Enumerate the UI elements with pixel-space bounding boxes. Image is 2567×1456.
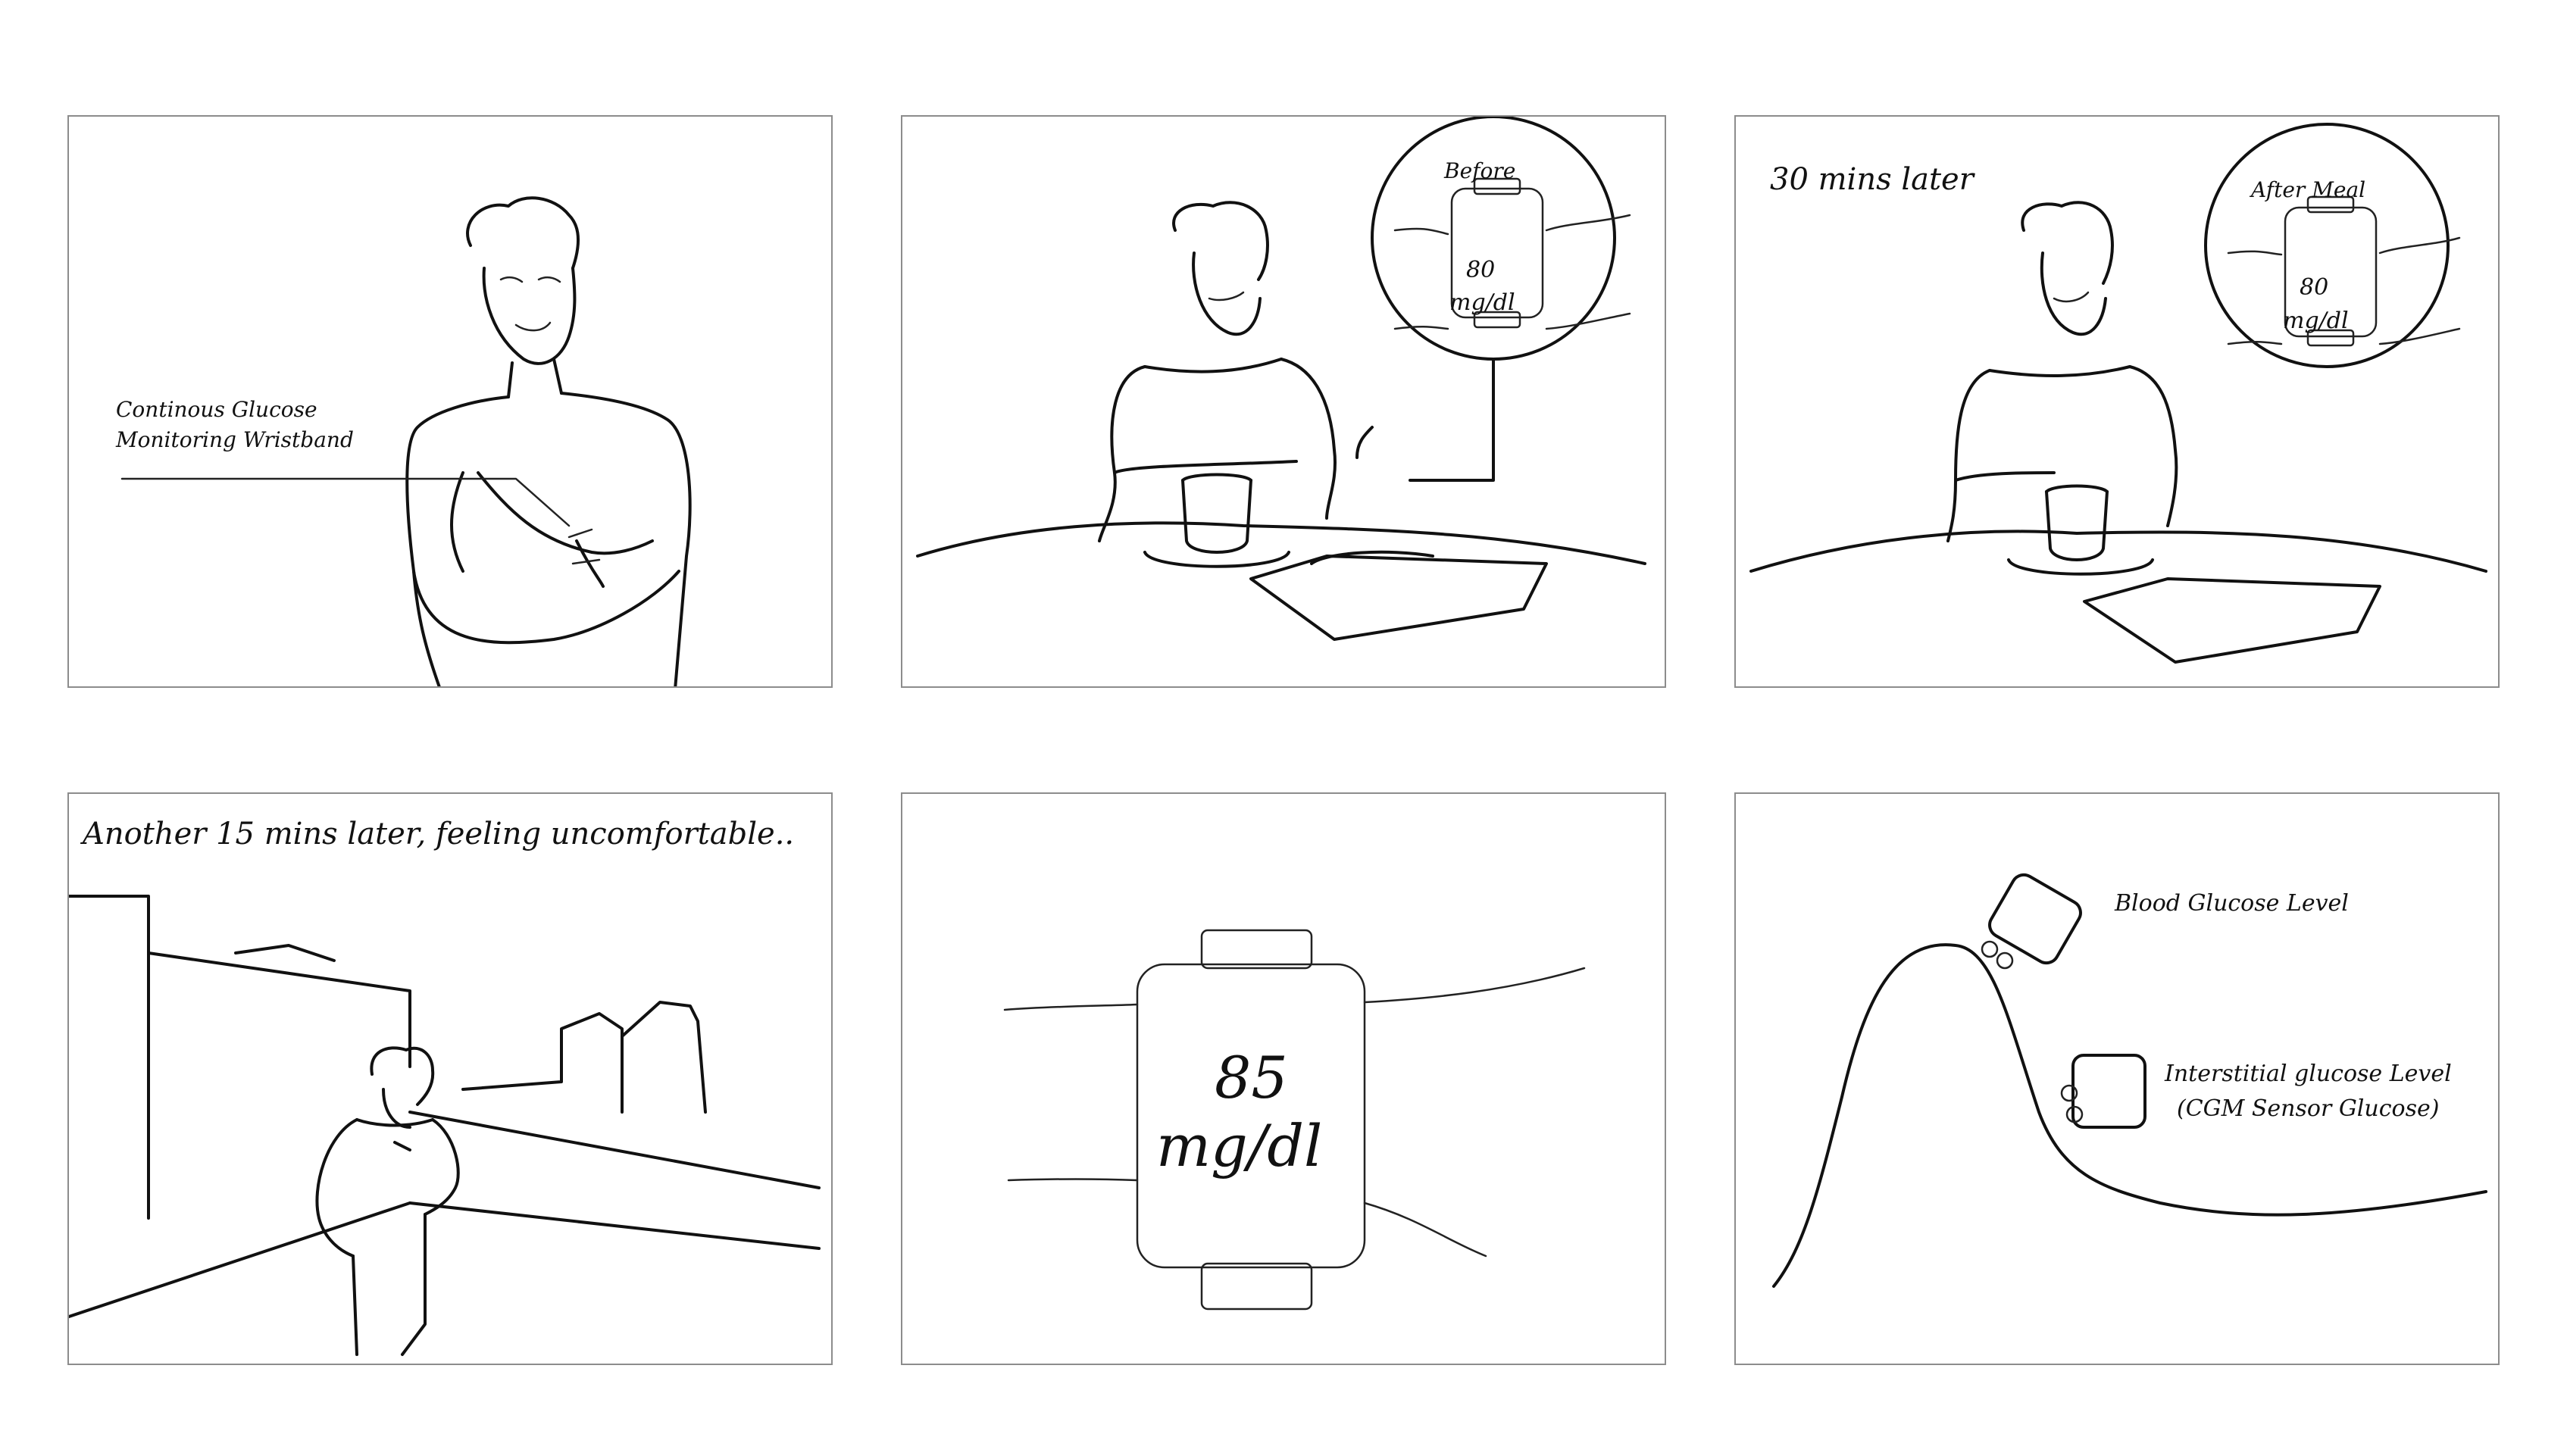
before-reading-unit: mg/dl	[1449, 289, 1515, 316]
another-15-mins-caption: Another 15 mins later, feeling uncomfort…	[83, 817, 795, 851]
before-reading-value: 80	[1466, 257, 1496, 283]
after-meal-label: After Meal	[2251, 177, 2366, 202]
man-eating-sketch	[916, 117, 1646, 641]
storyboard-panel-2: Before 80 mg/dl	[901, 115, 1666, 688]
closeup-reading-value: 85	[1215, 1044, 1288, 1111]
wristband-annotation-line1: Continous Glucose	[116, 397, 317, 422]
storyboard-panel-3: 30 mins later After Meal 80 mg/dl	[1734, 115, 2500, 688]
before-label: Before	[1444, 158, 1516, 183]
storyboard-panel-5: 85 mg/dl	[901, 792, 1666, 1365]
interstitial-label-line2: (CGM Sensor Glucose)	[2177, 1095, 2440, 1122]
closeup-reading-unit: mg/dl	[1156, 1112, 1323, 1179]
after-meal-reading-unit: mg/dl	[2283, 308, 2349, 334]
after-meal-reading-value: 80	[2300, 274, 2329, 301]
blood-glucose-label: Blood Glucose Level	[2115, 890, 2349, 917]
street-scene-sketch	[69, 895, 821, 1356]
wristband-annotation-line2: Monitoring Wristband	[116, 427, 354, 452]
thirty-mins-later-caption: 30 mins later	[1770, 162, 1974, 197]
storyboard-panel-1: Continous Glucose Monitoring Wristband	[67, 115, 833, 688]
interstitial-label-line1: Interstitial glucose Level	[2165, 1061, 2452, 1087]
man-after-meal-sketch	[1749, 123, 2487, 664]
storyboard-panel-6: Blood Glucose Level Interstitial glucose…	[1734, 792, 2500, 1365]
storyboard-panel-4: Another 15 mins later, feeling uncomfort…	[67, 792, 833, 1365]
